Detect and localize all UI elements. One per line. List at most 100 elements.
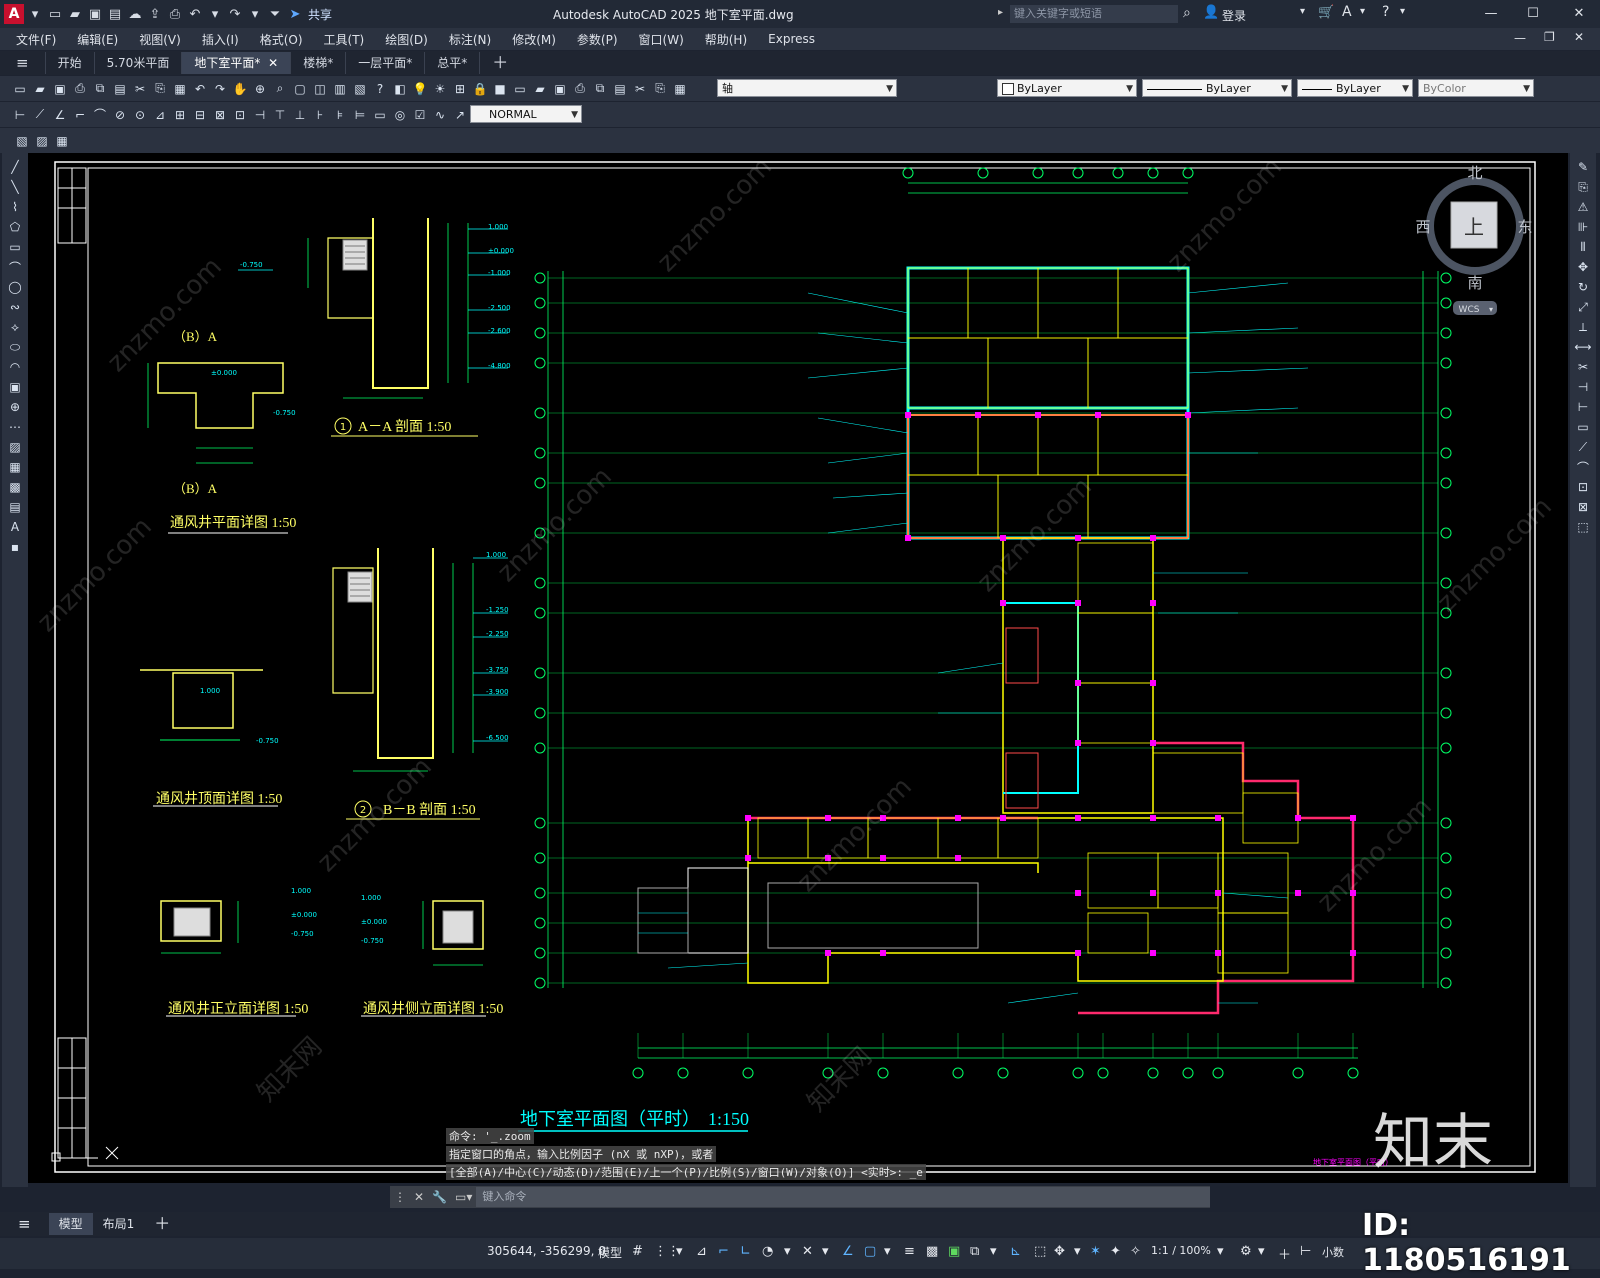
cmd-recent-icon[interactable]: ▭▾ (455, 1190, 472, 1204)
rectangle-icon[interactable]: ▭ (7, 239, 23, 255)
tab-first-floor[interactable]: 一层平面* (346, 52, 426, 74)
infer-constraints-icon[interactable]: ⊿ (696, 1244, 707, 1259)
dim-linear-icon[interactable]: ⊢ (12, 107, 28, 123)
isodraft-icon[interactable]: ✕ (802, 1244, 813, 1259)
jogged-linear-icon[interactable]: ⊧ (332, 107, 348, 123)
gradient-icon[interactable]: ▦ (7, 459, 23, 475)
tab-menu-icon[interactable]: ≡ (0, 52, 46, 74)
layer-swatch-icon[interactable]: ■ (492, 81, 508, 97)
cmd-close-icon[interactable]: ✕ (414, 1190, 424, 1204)
block-insert-icon[interactable]: ▨ (34, 133, 50, 149)
save-icon[interactable]: ▣ (52, 81, 68, 97)
rotate-icon[interactable]: ↻ (1575, 279, 1591, 295)
annotation-autoscale-icon[interactable]: ✦ (1110, 1244, 1121, 1259)
redo-icon[interactable]: ↷ (212, 81, 228, 97)
units-value[interactable]: 小数 (1322, 1244, 1344, 1260)
move-icon[interactable]: ✥ (1575, 259, 1591, 275)
cloud-save-icon[interactable]: ⇪ (146, 5, 164, 23)
table-icon[interactable]: ▤ (7, 499, 23, 515)
dim-update-icon[interactable]: ◎ (392, 107, 408, 123)
cut-icon[interactable]: ✂ (632, 81, 648, 97)
new-icon[interactable]: ▭ (512, 81, 528, 97)
mirror-icon[interactable]: ⚠ (1575, 199, 1591, 215)
dim-override-icon[interactable]: ↗ (452, 107, 468, 123)
ellipse-icon[interactable]: ⬭ (7, 339, 23, 355)
plot-icon[interactable]: ⎙ (72, 81, 88, 97)
trim-icon[interactable]: ✂ (1575, 359, 1591, 375)
autodesk-a360-icon[interactable]: A (1342, 4, 1352, 20)
dim-edit-icon[interactable]: ⊨ (352, 107, 368, 123)
add-selected-icon[interactable]: ▪ (7, 539, 23, 555)
layer-freeze-icon[interactable]: ☀ (432, 81, 448, 97)
plotstyle-combo[interactable]: ByColor ▼ (1418, 79, 1534, 97)
share-icon[interactable]: ➤ (286, 5, 304, 23)
paste-icon[interactable]: ▦ (172, 81, 188, 97)
dim-style-icon[interactable]: ☑ (412, 107, 428, 123)
plot-icon[interactable]: ⎙ (572, 81, 588, 97)
properties-icon[interactable]: ◫ (312, 81, 328, 97)
block-define-icon[interactable]: ▦ (54, 133, 70, 149)
gizmo-dropdown-icon[interactable]: ▾ (1074, 1244, 1081, 1259)
menu-draw[interactable]: 绘图(D) (385, 31, 428, 48)
viewcube-top-face[interactable]: 上 (1464, 215, 1484, 239)
viewcube[interactable]: 上 北 南 东 西 WCS ▾ (1413, 163, 1539, 323)
dim-aligned-icon[interactable]: ⟋ (32, 107, 48, 123)
dim-jogged-icon[interactable]: ⊘ (112, 107, 128, 123)
scale-icon[interactable]: ⤢ (1575, 299, 1591, 315)
lengthen-icon[interactable]: ⟷ (1574, 339, 1591, 355)
a360-dropdown-icon[interactable]: ▾ (1360, 6, 1365, 17)
menu-parametric[interactable]: 参数(P) (577, 31, 618, 48)
layout-menu-icon[interactable]: ≡ (0, 1213, 49, 1235)
menu-tools[interactable]: 工具(T) (324, 31, 365, 48)
3d-osnap-dropdown-icon[interactable]: ▾ (990, 1244, 997, 1259)
annotation-monitor-icon[interactable]: ＋ (1278, 1244, 1291, 1263)
copy-icon[interactable]: ⎘ (652, 81, 668, 97)
pan-icon[interactable]: ✋ (232, 81, 248, 97)
dimstyle-combo[interactable]: NORMAL ▼ (470, 105, 582, 123)
annotation-scale-value[interactable]: 1:1 / 100% (1151, 1244, 1211, 1257)
undo-icon[interactable]: ↶ (192, 81, 208, 97)
dim-quick-icon[interactable]: ⊞ (172, 107, 188, 123)
cmd-grip-icon[interactable]: ⋮ (394, 1190, 406, 1204)
zoom-realtime-icon[interactable]: ⊕ (252, 81, 268, 97)
center-mark-icon[interactable]: ⊥ (292, 107, 308, 123)
lineweight-icon[interactable]: ≡ (904, 1244, 915, 1259)
ortho-icon[interactable]: ∟ (740, 1244, 751, 1259)
publish-icon[interactable]: ▤ (612, 81, 628, 97)
tab-layout1[interactable]: 布局1 (93, 1213, 145, 1235)
undo-icon[interactable]: ↶ (186, 5, 204, 23)
chamfer-icon[interactable]: ⌒ (1575, 459, 1591, 475)
maximize-button[interactable]: ☐ (1518, 4, 1548, 24)
open-folder-icon[interactable]: ▰ (66, 5, 84, 23)
tab-close-icon[interactable]: ✕ (268, 56, 278, 70)
polar-tracking-icon[interactable]: ◔ (762, 1244, 773, 1259)
menu-insert[interactable]: 插入(I) (202, 31, 239, 48)
polygon-icon[interactable]: ⬠ (7, 219, 23, 235)
linetype-combo[interactable]: ByLayer ▼ (1142, 79, 1292, 97)
viewcube-east[interactable]: 东 (1517, 218, 1532, 236)
plot-icon[interactable]: ⎙ (166, 5, 184, 23)
dim-radius-icon[interactable]: ⌒ (92, 107, 108, 123)
circle-icon[interactable]: ◯ (7, 279, 23, 295)
viewcube-north[interactable]: 北 (1467, 164, 1482, 182)
polar-dropdown-icon[interactable]: ▾ (784, 1244, 791, 1259)
menu-express[interactable]: Express (768, 32, 815, 46)
menu-dimension[interactable]: 标注(N) (449, 31, 491, 48)
open-icon[interactable]: ▰ (32, 81, 48, 97)
search-expand-icon[interactable]: ▸ (998, 7, 1003, 18)
region-icon[interactable]: ▩ (7, 479, 23, 495)
login-dropdown-icon[interactable]: ▾ (1300, 6, 1305, 17)
share-label[interactable]: 共享 (308, 6, 332, 23)
workspace-gear-icon[interactable]: ⚙ (1240, 1244, 1252, 1259)
cut-icon[interactable]: ✂ (132, 81, 148, 97)
break-icon[interactable]: ▭ (1575, 419, 1591, 435)
doc-minimize-button[interactable]: — (1514, 31, 1526, 45)
tab-basement-plan[interactable]: 地下室平面* ✕ (182, 52, 292, 74)
close-button[interactable]: ✕ (1564, 4, 1594, 24)
offset-icon[interactable]: ⊪ (1575, 219, 1591, 235)
selection-filter-icon[interactable]: ⬚ (1034, 1244, 1046, 1259)
cmd-settings-icon[interactable]: 🔧 (432, 1190, 447, 1204)
dynamic-input-icon[interactable]: ⌐ (718, 1244, 729, 1259)
doc-restore-button[interactable]: ❐ (1544, 30, 1555, 44)
construction-line-icon[interactable]: ╲ (7, 179, 23, 195)
